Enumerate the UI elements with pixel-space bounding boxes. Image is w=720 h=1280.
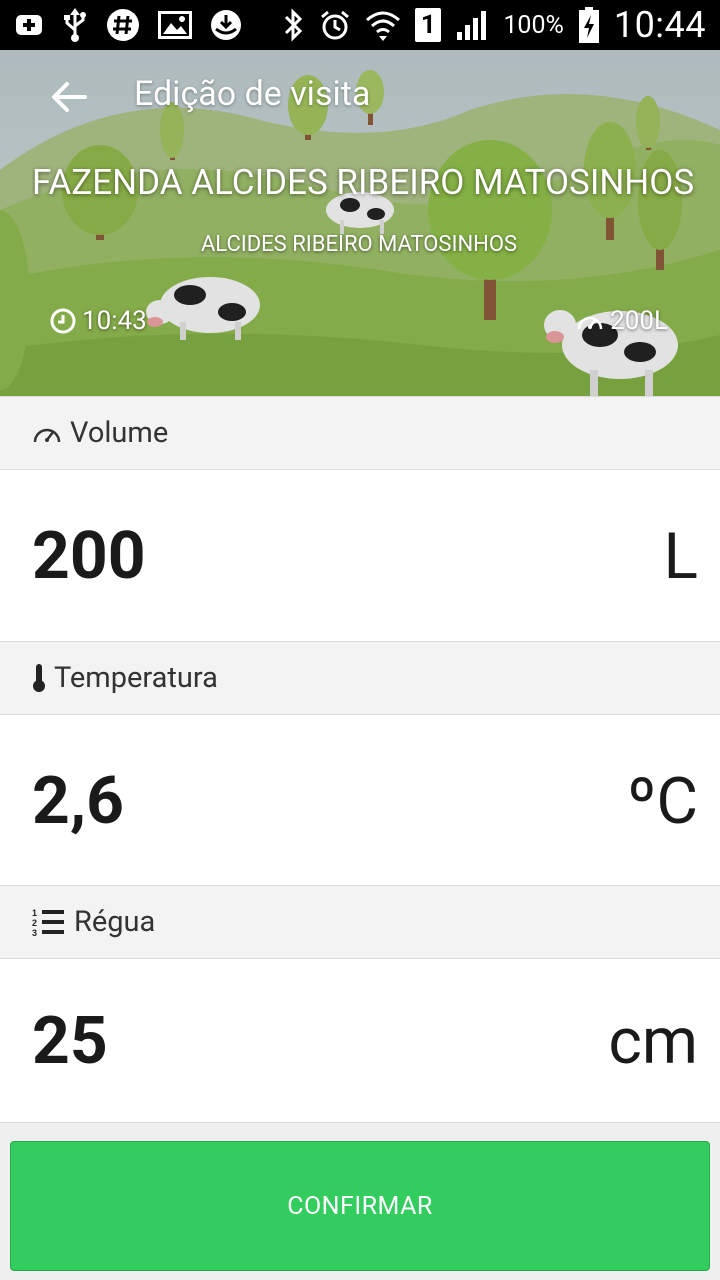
status-bar: 1 100% 10:44 — [0, 0, 720, 50]
confirm-button[interactable]: CONFIRMAR — [10, 1141, 710, 1271]
ruler-section-header: 1 2 3 Régua — [0, 885, 720, 959]
temperature-label: Temperatura — [54, 661, 218, 695]
sim-slot-indicator: 1 — [415, 8, 442, 42]
volume-field[interactable]: 200 L — [0, 471, 720, 641]
visit-header: Edição de visita FAZENDA ALCIDES RIBEIRO… — [0, 50, 720, 396]
temperature-value[interactable]: 2,6 — [32, 763, 124, 840]
clock-icon — [50, 308, 76, 334]
temperature-field[interactable]: 2,6 ºC — [0, 716, 720, 886]
temperature-unit: ºC — [627, 763, 698, 839]
sim-slot-number: 1 — [420, 10, 436, 40]
numbered-list-icon: 1 2 3 — [32, 908, 64, 937]
visit-volume-value: 200L — [610, 306, 668, 336]
download-sync-icon — [211, 10, 241, 40]
ruler-value[interactable]: 25 — [32, 1003, 108, 1080]
battery-charging-icon — [578, 7, 599, 43]
volume-section-header: Volume — [0, 396, 720, 470]
farm-name: FAZENDA ALCIDES RIBEIRO MATOSINHOS — [32, 162, 695, 203]
status-system: 1 100% 10:44 — [283, 4, 706, 46]
gauge-icon — [577, 316, 603, 330]
arrow-left-icon — [52, 82, 87, 112]
battery-percentage: 100% — [503, 10, 564, 40]
svg-text:3: 3 — [32, 928, 37, 937]
visit-time-value: 10:43 — [82, 306, 147, 336]
back-button[interactable] — [44, 72, 94, 122]
ruler-unit: cm — [608, 1003, 698, 1079]
usb-icon — [64, 8, 86, 42]
add-notification-icon — [16, 15, 42, 35]
image-icon — [158, 11, 192, 39]
svg-text:2: 2 — [32, 918, 37, 928]
status-clock: 10:44 — [613, 4, 706, 46]
signal-strength-icon — [457, 11, 487, 40]
ruler-field[interactable]: 25 cm — [0, 960, 720, 1122]
status-notifications — [14, 8, 242, 42]
visit-time: 10:43 — [50, 306, 147, 336]
volume-label: Volume — [70, 416, 169, 450]
alarm-icon — [321, 10, 350, 40]
screen-title: Edição de visita — [134, 74, 371, 114]
thermometer-icon — [33, 664, 45, 692]
svg-text:1: 1 — [32, 908, 37, 918]
bluetooth-icon — [285, 8, 303, 42]
wifi-icon — [366, 11, 401, 41]
ruler-label: Régua — [74, 905, 156, 939]
header-content: Edição de visita FAZENDA ALCIDES RIBEIRO… — [0, 50, 720, 396]
producer-name: ALCIDES RIBEIRO MATOSINHOS — [200, 232, 518, 257]
volume-value[interactable]: 200 — [32, 518, 146, 595]
hashtag-app-icon — [107, 9, 139, 41]
gauge-icon — [33, 428, 61, 443]
visit-volume: 200L — [576, 306, 668, 336]
bottom-action-bar: CONFIRMAR — [0, 1122, 720, 1280]
temperature-section-header: Temperatura — [0, 641, 720, 715]
volume-unit: L — [663, 518, 698, 594]
